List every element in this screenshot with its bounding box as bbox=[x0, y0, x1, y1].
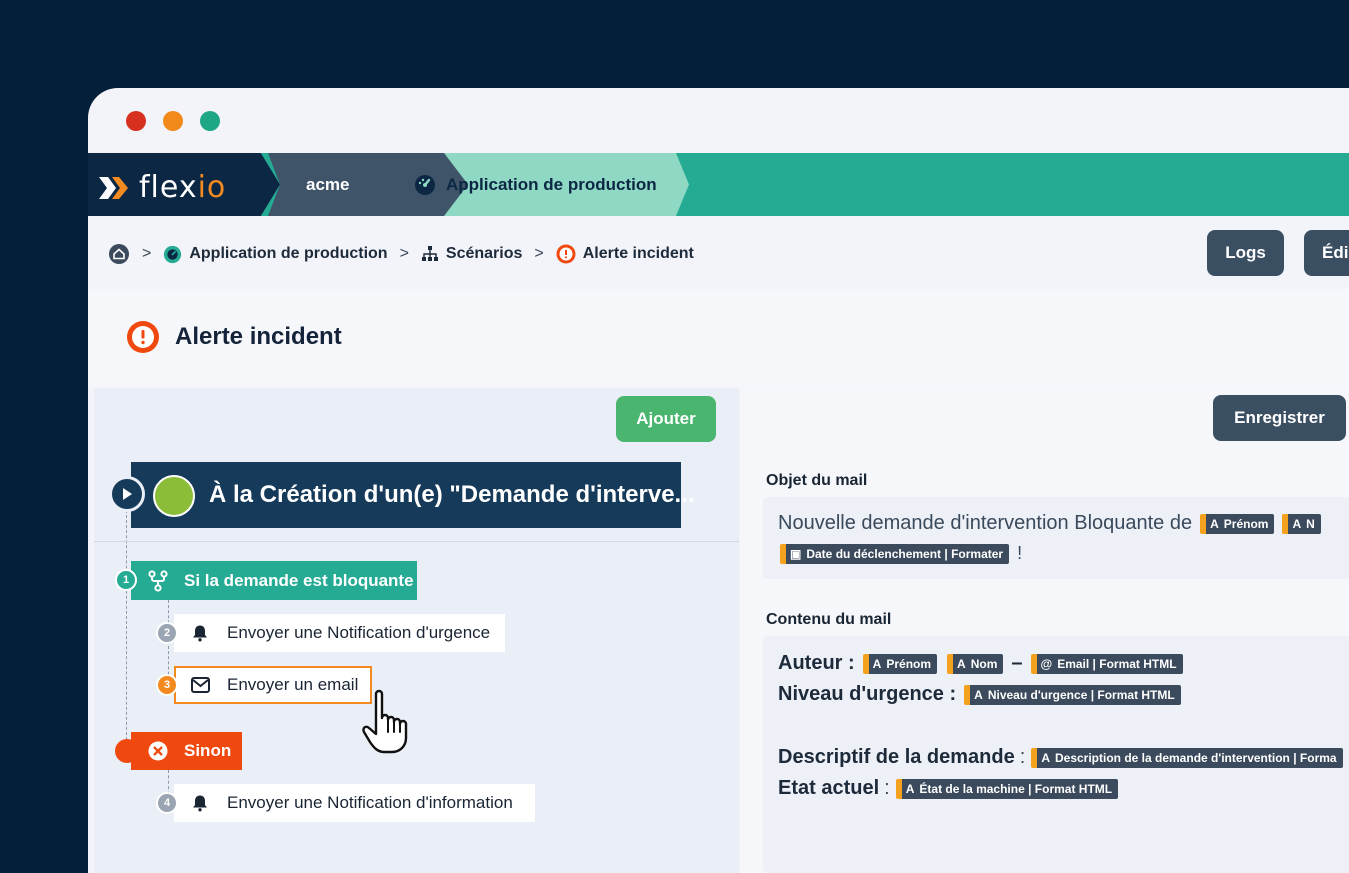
subject-field[interactable] bbox=[763, 497, 1349, 579]
flexio-logo[interactable]: flexio bbox=[97, 170, 226, 205]
author-label: Auteur : bbox=[778, 652, 855, 674]
app-name-label: Application de production bbox=[446, 175, 657, 194]
play-icon[interactable] bbox=[109, 476, 145, 512]
variable-chip[interactable]: AN bbox=[1282, 513, 1321, 534]
alert-icon bbox=[127, 321, 159, 353]
gauge-icon bbox=[415, 175, 435, 195]
action-notification-urgent[interactable]: Envoyer une Notification d'urgence bbox=[174, 614, 505, 652]
alert-icon bbox=[556, 244, 576, 264]
page-title: Alerte incident bbox=[126, 320, 342, 354]
text-variable-icon: A bbox=[905, 781, 915, 796]
content-state-line: Etat actuel : A État de la machine | Form… bbox=[778, 777, 1122, 800]
variable-chip[interactable]: A Prénom bbox=[862, 653, 938, 674]
text-variable-icon: A bbox=[1292, 516, 1302, 531]
action-label: Envoyer une Notification d'information bbox=[227, 793, 513, 812]
content-author-line: Auteur : A Prénom A Nom – @ Email | Format … bbox=[778, 652, 1187, 675]
gauge-icon bbox=[164, 245, 182, 263]
at-icon: @ bbox=[1040, 656, 1053, 671]
step-number: 1 bbox=[115, 569, 137, 591]
breadcrumb-app-label: Application de production bbox=[189, 245, 388, 262]
text-variable-icon: A bbox=[1041, 750, 1050, 765]
author-dash: – bbox=[1011, 652, 1023, 674]
variable-chip[interactable]: A Description de la demande d'interventio… bbox=[1031, 747, 1343, 768]
add-button[interactable]: Ajouter bbox=[616, 396, 716, 442]
variable-chip[interactable]: @ Email | Format HTML bbox=[1030, 653, 1183, 674]
trigger-label: À la Création d'un(e) "Demande d'interve… bbox=[209, 481, 695, 508]
urgency-label: Niveau d'urgence : bbox=[778, 683, 957, 705]
description-colon: : bbox=[1019, 746, 1026, 768]
breadcrumb-scenarios-label: Scénarios bbox=[445, 245, 523, 262]
page-title-text: Alerte incident bbox=[175, 323, 342, 350]
save-button[interactable]: Enregistrer bbox=[1213, 395, 1346, 441]
org-name: acme bbox=[306, 175, 350, 194]
close-dot[interactable] bbox=[126, 111, 146, 131]
else-label: Sinon bbox=[184, 741, 232, 760]
app-name-tab[interactable]: Application de production bbox=[414, 174, 657, 196]
else-block[interactable]: Sinon bbox=[131, 732, 242, 770]
tree-connector bbox=[126, 510, 127, 740]
breadcrumb-app[interactable]: Application de production bbox=[163, 245, 388, 264]
action-notification-info[interactable]: Envoyer une Notification d'information bbox=[174, 784, 535, 822]
hand-cursor-icon bbox=[362, 689, 408, 754]
trigger-status-indicator bbox=[153, 475, 195, 517]
subject-text: Nouvelle demande d'intervention Bloquant… bbox=[778, 512, 1193, 534]
text-variable-icon: A bbox=[1210, 516, 1219, 531]
logo-text: flexio bbox=[139, 170, 227, 205]
breadcrumb-current-label: Alerte incident bbox=[582, 245, 694, 262]
step-number: 2 bbox=[156, 622, 178, 644]
flexio-logo-icon bbox=[99, 176, 128, 199]
step-number: 4 bbox=[156, 792, 178, 814]
mail-icon bbox=[190, 677, 210, 693]
description-label: Descriptif de la demande bbox=[778, 746, 1015, 768]
breadcrumb-separator: > bbox=[534, 245, 544, 262]
subject-line-2: ▣ Date du déclenchement | Formater ! bbox=[776, 543, 1022, 564]
breadcrumb: > Application de production > Scénarios … bbox=[108, 243, 694, 265]
breadcrumb-current[interactable]: Alerte incident bbox=[556, 244, 694, 264]
subject-label: Objet du mail bbox=[766, 472, 868, 489]
text-variable-icon: A bbox=[957, 656, 966, 671]
condition-block[interactable]: Si la demande est bloquante bbox=[131, 561, 417, 600]
breadcrumb-scenarios[interactable]: Scénarios bbox=[421, 245, 522, 263]
content-label: Contenu du mail bbox=[766, 611, 892, 628]
content-description-line: Descriptif de la demande : A Description … bbox=[778, 746, 1347, 769]
subject-line-1: Nouvelle demande d'intervention Bloquant… bbox=[778, 512, 1325, 535]
close-circle-icon bbox=[148, 741, 168, 761]
content-urgency-line: Niveau d'urgence : A Niveau d'urgence | F… bbox=[778, 683, 1185, 706]
state-colon: : bbox=[884, 777, 890, 799]
variable-chip[interactable]: A Nom bbox=[947, 653, 1004, 674]
home-icon[interactable] bbox=[108, 243, 130, 265]
logs-button[interactable]: Logs bbox=[1207, 230, 1284, 276]
bell-icon bbox=[190, 794, 210, 812]
branch-icon bbox=[148, 569, 168, 592]
trigger-block[interactable]: À la Création d'un(e) "Demande d'interve… bbox=[131, 462, 695, 528]
action-label: Envoyer un email bbox=[227, 675, 359, 694]
condition-label: Si la demande est bloquante bbox=[184, 570, 414, 590]
text-variable-icon: A bbox=[872, 656, 882, 671]
bell-icon bbox=[190, 624, 210, 642]
variable-chip[interactable]: A État de la machine | Format HTML bbox=[895, 778, 1119, 799]
variable-chip[interactable]: A Prénom bbox=[1200, 513, 1275, 534]
breadcrumb-separator: > bbox=[142, 245, 152, 262]
variable-chip[interactable]: A Niveau d'urgence | Format HTML bbox=[964, 684, 1181, 705]
sitemap-icon bbox=[421, 246, 438, 261]
step-number: 3 bbox=[156, 674, 178, 696]
minimize-dot[interactable] bbox=[163, 111, 183, 131]
edit-button[interactable]: Édi bbox=[1304, 230, 1349, 276]
variable-chip[interactable]: ▣ Date du déclenchement | Formater bbox=[780, 543, 1010, 564]
window-controls bbox=[126, 111, 220, 131]
divider bbox=[94, 541, 739, 542]
calendar-icon: ▣ bbox=[790, 546, 802, 561]
action-send-email[interactable]: Envoyer un email bbox=[174, 666, 372, 704]
action-label: Envoyer une Notification d'urgence bbox=[227, 623, 491, 642]
top-navigation-bar: flexio acme Application de production bbox=[88, 153, 1349, 216]
breadcrumb-separator: > bbox=[399, 245, 409, 262]
subject-end: ! bbox=[1017, 543, 1023, 563]
text-variable-icon: A bbox=[974, 687, 983, 702]
maximize-dot[interactable] bbox=[200, 111, 220, 131]
state-label: Etat actuel bbox=[778, 777, 880, 799]
